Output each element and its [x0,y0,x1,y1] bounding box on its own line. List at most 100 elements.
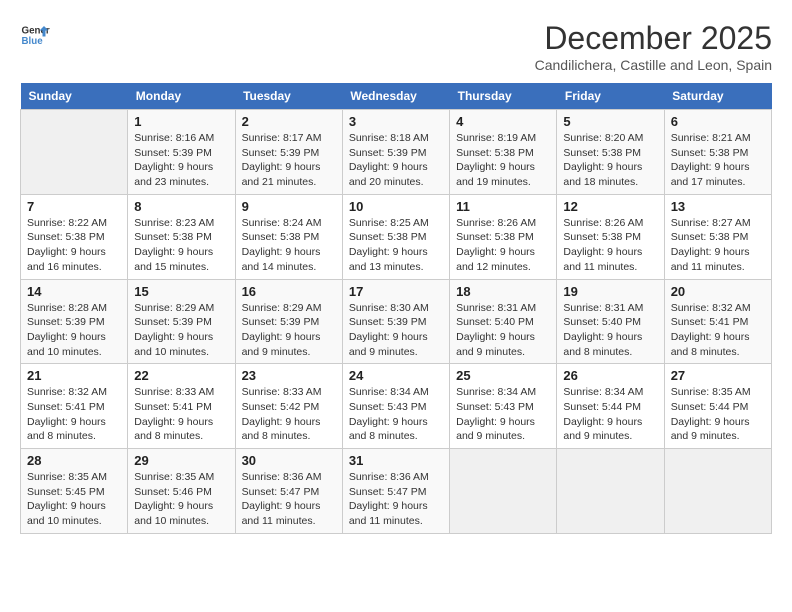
calendar-cell: 28 Sunrise: 8:35 AM Sunset: 5:45 PM Dayli… [21,449,128,534]
day-number: 20 [671,284,765,299]
calendar-cell: 24 Sunrise: 8:34 AM Sunset: 5:43 PM Dayli… [342,364,449,449]
day-info: Sunrise: 8:31 AM Sunset: 5:40 PM Dayligh… [563,301,657,360]
weekday-sunday: Sunday [21,83,128,110]
day-number: 7 [27,199,121,214]
day-number: 5 [563,114,657,129]
calendar-cell: 20 Sunrise: 8:32 AM Sunset: 5:41 PM Dayli… [664,279,771,364]
day-info: Sunrise: 8:21 AM Sunset: 5:38 PM Dayligh… [671,131,765,190]
day-number: 19 [563,284,657,299]
day-number: 3 [349,114,443,129]
calendar-cell: 14 Sunrise: 8:28 AM Sunset: 5:39 PM Dayli… [21,279,128,364]
day-info: Sunrise: 8:35 AM Sunset: 5:45 PM Dayligh… [27,470,121,529]
page-header: General Blue December 2025 Candilichera,… [20,20,772,73]
day-number: 8 [134,199,228,214]
title-block: December 2025 Candilichera, Castille and… [535,20,772,73]
week-row-2: 14 Sunrise: 8:28 AM Sunset: 5:39 PM Dayli… [21,279,772,364]
day-info: Sunrise: 8:34 AM Sunset: 5:43 PM Dayligh… [456,385,550,444]
day-number: 31 [349,453,443,468]
calendar-cell: 6Sunrise: 8:21 AM Sunset: 5:38 PM Daylig… [664,110,771,195]
day-number: 24 [349,368,443,383]
calendar-cell: 30Sunrise: 8:36 AM Sunset: 5:47 PM Dayli… [235,449,342,534]
calendar-cell: 22 Sunrise: 8:33 AM Sunset: 5:41 PM Dayli… [128,364,235,449]
weekday-wednesday: Wednesday [342,83,449,110]
calendar-cell [557,449,664,534]
calendar-cell: 19 Sunrise: 8:31 AM Sunset: 5:40 PM Dayli… [557,279,664,364]
day-info: Sunrise: 8:36 AM Sunset: 5:47 PM Dayligh… [349,470,443,529]
day-number: 26 [563,368,657,383]
day-number: 11 [456,199,550,214]
calendar-cell: 1 Sunrise: 8:16 AM Sunset: 5:39 PM Daylig… [128,110,235,195]
calendar-cell: 21Sunrise: 8:32 AM Sunset: 5:41 PM Dayli… [21,364,128,449]
calendar-cell: 4Sunrise: 8:19 AM Sunset: 5:38 PM Daylig… [450,110,557,195]
week-row-1: 7 Sunrise: 8:22 AM Sunset: 5:38 PM Daylig… [21,194,772,279]
day-number: 2 [242,114,336,129]
calendar-cell: 3 Sunrise: 8:18 AM Sunset: 5:39 PM Daylig… [342,110,449,195]
day-number: 16 [242,284,336,299]
calendar-cell: 17Sunrise: 8:30 AM Sunset: 5:39 PM Dayli… [342,279,449,364]
weekday-tuesday: Tuesday [235,83,342,110]
subtitle: Candilichera, Castille and Leon, Spain [535,57,772,73]
logo: General Blue [20,20,50,50]
logo-icon: General Blue [20,20,50,50]
calendar-cell: 16 Sunrise: 8:29 AM Sunset: 5:39 PM Dayli… [235,279,342,364]
day-number: 25 [456,368,550,383]
weekday-saturday: Saturday [664,83,771,110]
day-number: 29 [134,453,228,468]
day-info: Sunrise: 8:29 AM Sunset: 5:39 PM Dayligh… [242,301,336,360]
day-info: Sunrise: 8:28 AM Sunset: 5:39 PM Dayligh… [27,301,121,360]
calendar-cell: 13Sunrise: 8:27 AM Sunset: 5:38 PM Dayli… [664,194,771,279]
day-number: 14 [27,284,121,299]
day-info: Sunrise: 8:23 AM Sunset: 5:38 PM Dayligh… [134,216,228,275]
day-info: Sunrise: 8:33 AM Sunset: 5:41 PM Dayligh… [134,385,228,444]
calendar-cell: 18 Sunrise: 8:31 AM Sunset: 5:40 PM Dayli… [450,279,557,364]
calendar-cell: 25 Sunrise: 8:34 AM Sunset: 5:43 PM Dayli… [450,364,557,449]
calendar-cell: 11Sunrise: 8:26 AM Sunset: 5:38 PM Dayli… [450,194,557,279]
calendar-cell [21,110,128,195]
day-info: Sunrise: 8:31 AM Sunset: 5:40 PM Dayligh… [456,301,550,360]
calendar-table: SundayMondayTuesdayWednesdayThursdayFrid… [20,83,772,534]
calendar-cell: 5 Sunrise: 8:20 AM Sunset: 5:38 PM Daylig… [557,110,664,195]
day-number: 28 [27,453,121,468]
calendar-cell: 7 Sunrise: 8:22 AM Sunset: 5:38 PM Daylig… [21,194,128,279]
calendar-cell: 10 Sunrise: 8:25 AM Sunset: 5:38 PM Dayli… [342,194,449,279]
day-info: Sunrise: 8:17 AM Sunset: 5:39 PM Dayligh… [242,131,336,190]
calendar-cell: 27Sunrise: 8:35 AM Sunset: 5:44 PM Dayli… [664,364,771,449]
day-info: Sunrise: 8:22 AM Sunset: 5:38 PM Dayligh… [27,216,121,275]
day-info: Sunrise: 8:27 AM Sunset: 5:38 PM Dayligh… [671,216,765,275]
calendar-cell: 31 Sunrise: 8:36 AM Sunset: 5:47 PM Dayli… [342,449,449,534]
calendar-cell [450,449,557,534]
day-number: 1 [134,114,228,129]
calendar-cell: 15Sunrise: 8:29 AM Sunset: 5:39 PM Dayli… [128,279,235,364]
day-info: Sunrise: 8:32 AM Sunset: 5:41 PM Dayligh… [671,301,765,360]
day-number: 17 [349,284,443,299]
day-info: Sunrise: 8:18 AM Sunset: 5:39 PM Dayligh… [349,131,443,190]
calendar-cell: 9Sunrise: 8:24 AM Sunset: 5:38 PM Daylig… [235,194,342,279]
day-info: Sunrise: 8:33 AM Sunset: 5:42 PM Dayligh… [242,385,336,444]
day-info: Sunrise: 8:34 AM Sunset: 5:43 PM Dayligh… [349,385,443,444]
week-row-4: 28 Sunrise: 8:35 AM Sunset: 5:45 PM Dayli… [21,449,772,534]
day-number: 22 [134,368,228,383]
weekday-monday: Monday [128,83,235,110]
svg-text:General: General [22,26,51,37]
day-number: 12 [563,199,657,214]
week-row-3: 21Sunrise: 8:32 AM Sunset: 5:41 PM Dayli… [21,364,772,449]
weekday-friday: Friday [557,83,664,110]
day-info: Sunrise: 8:25 AM Sunset: 5:38 PM Dayligh… [349,216,443,275]
day-info: Sunrise: 8:32 AM Sunset: 5:41 PM Dayligh… [27,385,121,444]
calendar-cell: 2 Sunrise: 8:17 AM Sunset: 5:39 PM Daylig… [235,110,342,195]
day-info: Sunrise: 8:26 AM Sunset: 5:38 PM Dayligh… [563,216,657,275]
day-info: Sunrise: 8:20 AM Sunset: 5:38 PM Dayligh… [563,131,657,190]
day-info: Sunrise: 8:16 AM Sunset: 5:39 PM Dayligh… [134,131,228,190]
day-number: 27 [671,368,765,383]
calendar-cell: 26Sunrise: 8:34 AM Sunset: 5:44 PM Dayli… [557,364,664,449]
day-info: Sunrise: 8:36 AM Sunset: 5:47 PM Dayligh… [242,470,336,529]
calendar-cell: 29 Sunrise: 8:35 AM Sunset: 5:46 PM Dayli… [128,449,235,534]
day-number: 23 [242,368,336,383]
day-number: 10 [349,199,443,214]
day-number: 18 [456,284,550,299]
day-info: Sunrise: 8:35 AM Sunset: 5:46 PM Dayligh… [134,470,228,529]
calendar-cell: 23 Sunrise: 8:33 AM Sunset: 5:42 PM Dayli… [235,364,342,449]
weekday-header-row: SundayMondayTuesdayWednesdayThursdayFrid… [21,83,772,110]
month-title: December 2025 [535,20,772,57]
day-number: 15 [134,284,228,299]
